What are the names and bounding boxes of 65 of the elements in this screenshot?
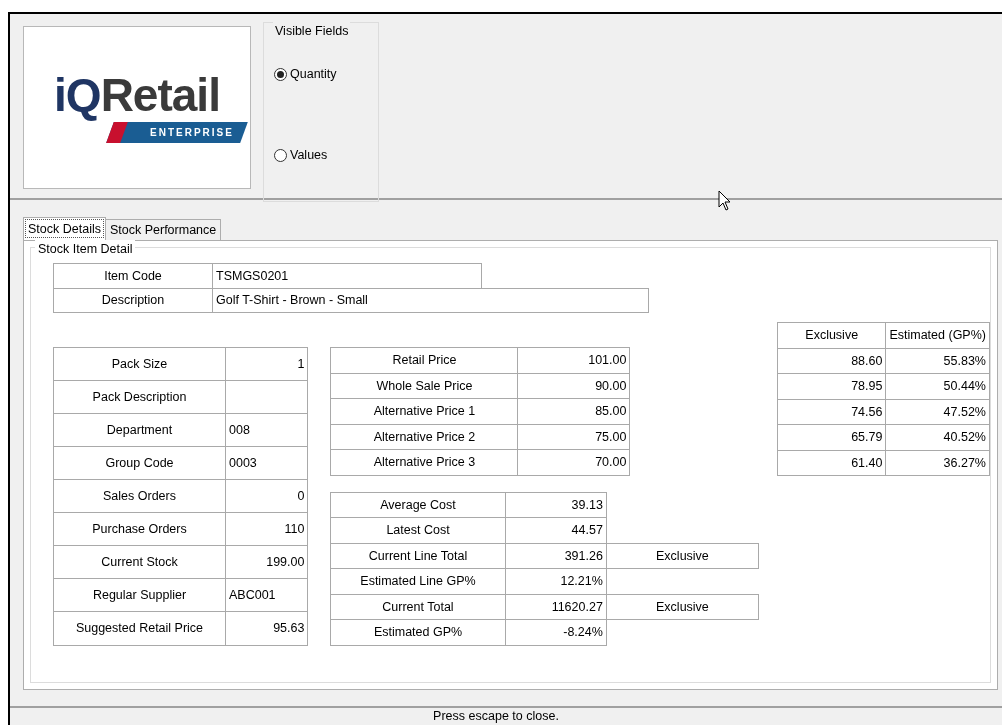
cost-value: 11620.27: [505, 594, 607, 620]
field-value: 199.00: [225, 545, 308, 579]
tax-basis-label: Exclusive: [606, 543, 759, 569]
gp-percentage: 50.44%: [885, 373, 990, 399]
gp-percentage: 40.52%: [885, 424, 990, 450]
cost-value: 39.13: [505, 492, 607, 518]
field-value: ABC001: [225, 578, 308, 612]
price-label: Alternative Price 2: [330, 424, 518, 450]
mouse-pointer-icon: [718, 190, 732, 212]
field-value: 008: [225, 413, 308, 447]
price-label: Retail Price: [330, 347, 518, 373]
cost-label: Estimated Line GP%: [330, 568, 506, 594]
field-value: TSMGS0201: [212, 263, 482, 289]
field-value: 110: [225, 512, 308, 546]
field-label: Regular Supplier: [53, 578, 226, 612]
tab[interactable]: Stock Details: [23, 217, 106, 240]
price-value: 90.00: [517, 373, 630, 399]
field-label: Purchase Orders: [53, 512, 226, 546]
field-label: Group Code: [53, 446, 226, 480]
exclusive-price: 74.56: [777, 399, 886, 425]
cost-label: Estimated GP%: [330, 619, 506, 645]
field-label: Department: [53, 413, 226, 447]
price-value: 101.00: [517, 347, 630, 373]
field-label: Description: [53, 287, 213, 313]
tab[interactable]: Stock Performance: [104, 219, 222, 240]
radio-option[interactable]: Quantity: [274, 65, 378, 84]
gp-percentage: 55.83%: [885, 348, 990, 374]
radio-option[interactable]: Values: [274, 145, 378, 165]
field-label: Current Stock: [53, 545, 226, 579]
price-label: Whole Sale Price: [330, 373, 518, 399]
cost-label: Latest Cost: [330, 517, 506, 543]
cost-label: Current Line Total: [330, 543, 506, 569]
cost-label: Average Cost: [330, 492, 506, 518]
cost-value: 44.57: [505, 517, 607, 543]
field-value: Golf T-Shirt - Brown - Small: [212, 287, 649, 313]
exclusive-price: 61.40: [777, 450, 886, 476]
field-label: Item Code: [53, 263, 213, 289]
field-label: Sales Orders: [53, 479, 226, 513]
exclusive-price: 78.95: [777, 373, 886, 399]
field-value: 1: [225, 347, 308, 381]
price-value: 75.00: [517, 424, 630, 450]
cost-label: Current Total: [330, 594, 506, 620]
field-label: Pack Description: [53, 380, 226, 414]
status-message: Press escape to close.: [10, 706, 1002, 725]
logo-wordmark: Retail: [100, 72, 220, 118]
price-value: 85.00: [517, 398, 630, 424]
price-value: 70.00: [517, 449, 630, 475]
column-header: Estimated (GP%): [885, 322, 990, 348]
exclusive-price: 88.60: [777, 348, 886, 374]
cost-value: 391.26: [505, 543, 607, 569]
cost-value: 12.21%: [505, 568, 607, 594]
price-label: Alternative Price 1: [330, 398, 518, 424]
field-label: Pack Size: [53, 347, 226, 381]
column-header: Exclusive: [777, 322, 886, 348]
price-label: Alternative Price 3: [330, 449, 518, 475]
edition-label: ENTERPRISE: [106, 122, 248, 143]
field-value: 0: [225, 479, 308, 513]
field-value: 0003: [225, 446, 308, 480]
cost-value: -8.24%: [505, 619, 607, 645]
gp-percentage: 47.52%: [885, 399, 990, 425]
field-value: 95.63: [225, 611, 308, 645]
gp-percentage: 36.27%: [885, 450, 990, 476]
field-label: Suggested Retail Price: [53, 611, 226, 645]
tax-basis-label: Exclusive: [606, 594, 759, 620]
exclusive-price: 65.79: [777, 424, 886, 450]
